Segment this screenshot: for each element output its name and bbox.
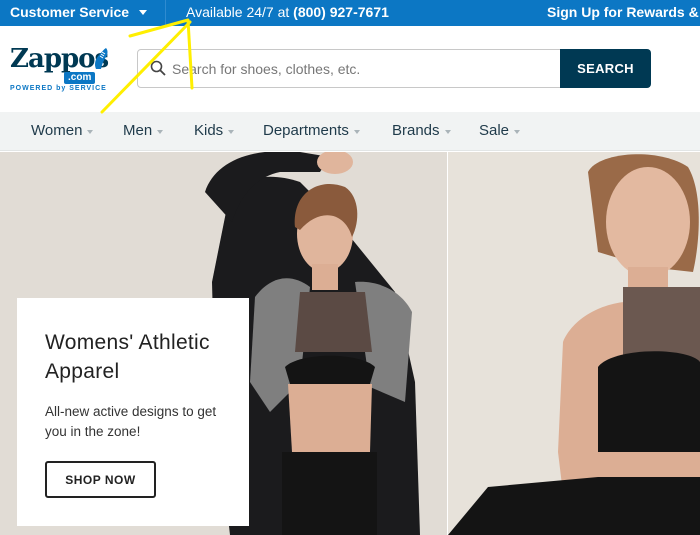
phone-number[interactable]: (800) 927-7671 (293, 4, 389, 20)
model-illustration-right (448, 154, 700, 535)
nav-item-label: Sale (479, 122, 510, 139)
nav-item-label: Departments (263, 122, 349, 139)
topbar-divider (165, 0, 166, 26)
chevron-down-icon (353, 129, 360, 134)
search-icon (150, 60, 166, 76)
hero-banner[interactable]: Womens' Athletic Apparel All-new active … (0, 152, 700, 535)
chevron-down-icon (444, 129, 451, 134)
hero-description: All-new active designs to get you in the… (45, 404, 217, 439)
availability-prefix: Available 24/7 at (186, 4, 290, 20)
customer-service-menu[interactable]: Customer Service (10, 4, 148, 20)
nav-item-label: Men (123, 122, 153, 139)
rewards-signup-link[interactable]: Sign Up for Rewards & (547, 4, 699, 20)
nav-item-women[interactable]: Women (31, 122, 94, 139)
chevron-down-icon (87, 129, 94, 134)
chevron-down-icon (157, 129, 164, 134)
hero-photo-right (448, 152, 700, 535)
shoe-icon (95, 48, 108, 69)
nav-item-label: Women (31, 122, 83, 139)
availability-text: Available 24/7 at (800) 927-7671 (186, 4, 389, 20)
nav-item-label: Brands (392, 122, 440, 139)
search-button[interactable]: SEARCH (560, 49, 651, 88)
nav-item-label: Kids (194, 122, 224, 139)
hero-promo-card: Womens' Athletic Apparel All-new active … (17, 298, 249, 526)
nav-item-sale[interactable]: Sale (479, 122, 521, 139)
site-header: Zappos .com POWERED by SERVICE SEARCH (0, 26, 700, 112)
nav-item-brands[interactable]: Brands (392, 122, 451, 139)
main-nav: Women Men Kids Departments Brands Sale (0, 112, 700, 151)
hero-title: Womens' Athletic Apparel (45, 331, 210, 383)
top-utility-bar: Customer Service Available 24/7 at (800)… (0, 0, 700, 26)
search-box (137, 49, 561, 88)
search-input[interactable] (172, 50, 552, 87)
chevron-down-icon (514, 129, 521, 134)
nav-item-men[interactable]: Men (123, 122, 164, 139)
nav-item-kids[interactable]: Kids (194, 122, 235, 139)
chevron-down-icon (139, 9, 148, 15)
customer-service-label: Customer Service (10, 4, 130, 20)
logo-com-badge: .com (64, 72, 96, 84)
shop-now-button[interactable]: SHOP NOW (45, 461, 156, 498)
nav-item-departments[interactable]: Departments (263, 122, 360, 139)
logo-tagline: POWERED by SERVICE (10, 85, 107, 92)
chevron-down-icon (228, 129, 235, 134)
zappos-logo[interactable]: Zappos .com POWERED by SERVICE (10, 45, 110, 95)
